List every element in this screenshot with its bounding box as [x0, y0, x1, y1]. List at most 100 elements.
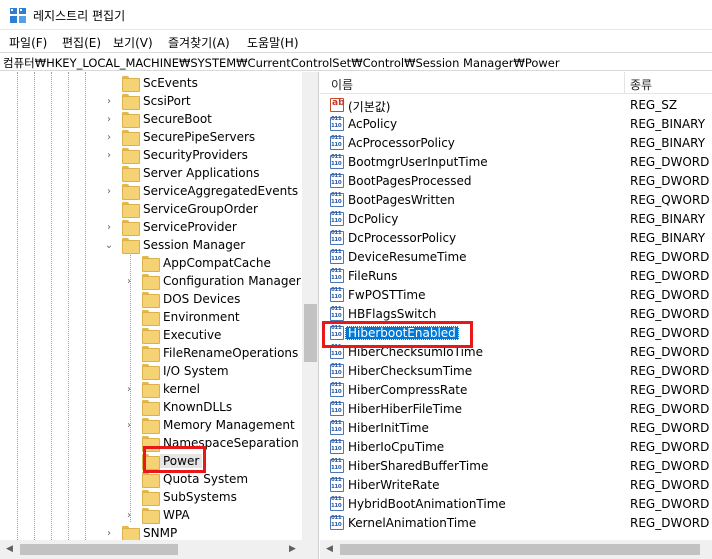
value-row[interactable]: DeviceResumeTime REG_DWORD	[320, 248, 712, 267]
folder-icon	[122, 76, 140, 92]
scroll-left-icon[interactable]: ◀	[321, 541, 338, 558]
folder-icon	[122, 526, 140, 540]
tree-item-label: ScsiPort	[143, 94, 191, 108]
value-name: DcPolicy	[348, 212, 399, 226]
tree-item-label: ServiceGroupOrder	[143, 202, 258, 216]
value-row[interactable]: HiberCompressRate REG_DWORD	[320, 381, 712, 400]
column-header-name[interactable]: 이름	[331, 76, 353, 93]
scroll-right-icon[interactable]: ▶	[284, 541, 301, 558]
value-row[interactable]: HiberSharedBufferTime REG_DWORD	[320, 457, 712, 476]
column-separator[interactable]	[624, 72, 625, 94]
menu-favorites[interactable]: 즐겨찾기(A)	[168, 34, 230, 51]
menu-edit[interactable]: 편집(E)	[62, 34, 101, 51]
address-bar[interactable]: 컴퓨터₩HKEY_LOCAL_MACHINE₩SYSTEM₩CurrentCon…	[0, 52, 712, 71]
collapsed-chevron-icon[interactable]: ›	[104, 222, 114, 234]
string-value-icon	[330, 98, 345, 112]
value-row[interactable]: HiberWriteRate REG_DWORD	[320, 476, 712, 495]
folder-icon	[122, 184, 140, 200]
value-row[interactable]: KernelAnimationTime REG_DWORD	[320, 514, 712, 533]
binary-value-icon	[330, 458, 344, 473]
collapsed-chevron-icon[interactable]: ›	[104, 150, 114, 162]
tree-horizontal-scroll-thumb[interactable]	[20, 544, 178, 555]
folder-icon	[142, 472, 160, 488]
value-name: BootPagesProcessed	[348, 174, 472, 188]
tree-guide-line	[68, 72, 69, 540]
collapsed-chevron-icon[interactable]: ›	[104, 114, 114, 126]
title-bar: 레지스트리 편집기	[0, 0, 712, 30]
value-row[interactable]: BootmgrUserInputTime REG_DWORD	[320, 153, 712, 172]
value-type: REG_DWORD	[630, 383, 710, 397]
folder-icon	[142, 328, 160, 344]
tree-guide-line	[34, 72, 35, 540]
tree-item-label: I/O System	[163, 364, 229, 378]
value-type: REG_DWORD	[630, 459, 710, 473]
collapsed-chevron-icon[interactable]: ›	[104, 132, 114, 144]
binary-value-icon	[330, 477, 344, 492]
list-horizontal-scrollbar[interactable]: ◀	[320, 540, 712, 559]
value-name: (기본값)	[348, 100, 391, 114]
value-name: FwPOSTTime	[348, 288, 426, 302]
value-type: REG_BINARY	[630, 117, 706, 131]
value-name: KernelAnimationTime	[348, 516, 477, 530]
expanded-chevron-icon[interactable]: ⌄	[104, 240, 114, 252]
value-name: HBFlagsSwitch	[348, 307, 437, 321]
binary-value-icon	[330, 382, 344, 397]
value-row[interactable]: DcProcessorPolicy REG_BINARY	[320, 229, 712, 248]
tree-guide-line	[85, 72, 86, 540]
tree-item-label: SNMP	[143, 526, 178, 540]
value-type: REG_DWORD	[630, 364, 710, 378]
menu-view[interactable]: 보기(V)	[113, 34, 153, 51]
list-horizontal-scroll-thumb[interactable]	[340, 544, 700, 555]
menu-file[interactable]: 파일(F)	[9, 34, 47, 51]
folder-icon	[142, 400, 160, 416]
address-path[interactable]: 컴퓨터₩HKEY_LOCAL_MACHINE₩SYSTEM₩CurrentCon…	[3, 55, 560, 71]
folder-icon	[142, 274, 160, 290]
value-row[interactable]: BootPagesWritten REG_QWORD	[320, 191, 712, 210]
tree-item-label: Memory Management	[163, 418, 295, 432]
collapsed-chevron-icon[interactable]: ›	[104, 96, 114, 108]
collapsed-chevron-icon[interactable]: ›	[124, 420, 134, 432]
tree-vertical-scrollbar[interactable]	[302, 72, 318, 540]
collapsed-chevron-icon[interactable]: ›	[104, 186, 114, 198]
value-name: DcProcessorPolicy	[348, 231, 457, 245]
value-row[interactable]: AcProcessorPolicy REG_BINARY	[320, 134, 712, 153]
tree-item-label: ServiceAggregatedEvents	[143, 184, 299, 198]
value-name: AcProcessorPolicy	[348, 136, 455, 150]
power-key-highlight	[143, 446, 206, 473]
value-name: HiberSharedBufferTime	[348, 459, 489, 473]
tree-item-label: Configuration Manager	[163, 274, 301, 288]
tree-item-label: Server Applications	[143, 166, 260, 180]
column-header-type[interactable]: 종류	[630, 76, 652, 93]
value-row[interactable]: BootPagesProcessed REG_DWORD	[320, 172, 712, 191]
tree-vertical-scroll-thumb[interactable]	[304, 304, 317, 362]
collapsed-chevron-icon[interactable]: ›	[104, 528, 114, 540]
value-row[interactable]: HiberInitTime REG_DWORD	[320, 419, 712, 438]
value-row[interactable]: DcPolicy REG_BINARY	[320, 210, 712, 229]
tree-item-label: DOS Devices	[163, 292, 241, 306]
value-row[interactable]: AcPolicy REG_BINARY	[320, 115, 712, 134]
value-row[interactable]: HybridBootAnimationTime REG_DWORD	[320, 495, 712, 514]
collapsed-chevron-icon[interactable]: ›	[124, 384, 134, 396]
value-row[interactable]: HiberChecksumTime REG_DWORD	[320, 362, 712, 381]
value-name: FileRuns	[348, 269, 398, 283]
folder-icon	[122, 112, 140, 128]
value-row[interactable]: FwPOSTTime REG_DWORD	[320, 286, 712, 305]
collapsed-chevron-icon[interactable]: ›	[124, 276, 134, 288]
tree-horizontal-scrollbar[interactable]: ◀ ▶	[0, 540, 318, 559]
folder-icon	[122, 202, 140, 218]
binary-value-icon	[330, 116, 344, 131]
value-row[interactable]: HiberHiberFileTime REG_DWORD	[320, 400, 712, 419]
value-row[interactable]: (기본값) REG_SZ	[320, 96, 712, 115]
tree-item-label: ScEvents	[143, 76, 198, 90]
scroll-left-icon[interactable]: ◀	[1, 541, 18, 558]
binary-value-icon	[330, 135, 344, 150]
collapsed-chevron-icon[interactable]: ›	[124, 510, 134, 522]
folder-icon	[122, 94, 140, 110]
value-row[interactable]: FileRuns REG_DWORD	[320, 267, 712, 286]
folder-icon	[142, 418, 160, 434]
folder-icon	[122, 238, 140, 254]
value-row[interactable]: HiberIoCpuTime REG_DWORD	[320, 438, 712, 457]
menu-help[interactable]: 도움말(H)	[247, 34, 299, 51]
value-type: REG_DWORD	[630, 478, 710, 492]
binary-value-icon	[330, 211, 344, 226]
